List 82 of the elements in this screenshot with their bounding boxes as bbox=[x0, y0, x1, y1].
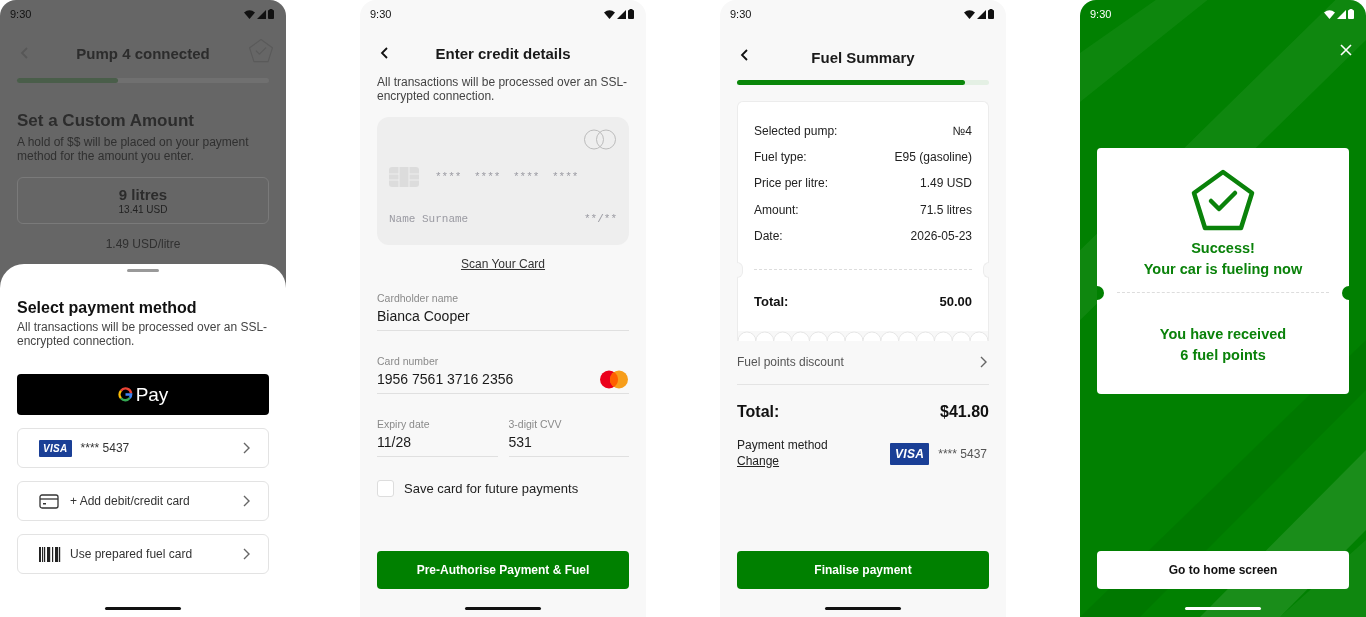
ring-logo-icon bbox=[117, 387, 133, 402]
receipt-label: Price per litre: bbox=[754, 175, 829, 193]
input-field[interactable]: 3-digit CVV 531 bbox=[508, 417, 629, 457]
signal-icon bbox=[617, 9, 626, 19]
receipt-label: Selected pump: bbox=[754, 123, 838, 140]
battery-icon bbox=[1348, 9, 1354, 19]
status-time: 9:30 bbox=[1090, 8, 1112, 20]
chevron-right-icon bbox=[242, 495, 250, 507]
receipt-value: 1.49 USD bbox=[919, 175, 972, 193]
screen-title: Fuel Summary bbox=[810, 48, 916, 66]
receipt-label: Amount: bbox=[754, 201, 799, 219]
wifi-icon bbox=[604, 9, 615, 19]
card-brand-icon bbox=[599, 369, 629, 389]
payment-option[interactable]: + Add debit/credit card bbox=[17, 481, 269, 521]
battery-icon bbox=[268, 9, 274, 19]
receipt-value: 71.5 litres bbox=[919, 201, 972, 219]
option-label: **** 5437 bbox=[80, 441, 131, 455]
card-number-mask: **** **** **** **** bbox=[435, 171, 579, 183]
back-icon[interactable] bbox=[379, 46, 391, 60]
receipt-total-label: Total: bbox=[754, 294, 789, 309]
receipt-label: Date: bbox=[754, 227, 783, 245]
total-value: $41.80 bbox=[940, 403, 989, 421]
finalise-payment-button[interactable]: Finalise payment bbox=[737, 551, 989, 589]
total-label: Total: bbox=[737, 403, 780, 421]
ticket-notch bbox=[1342, 286, 1349, 300]
sheet-handle[interactable] bbox=[127, 269, 159, 272]
scan-card-link[interactable]: Scan Your Card bbox=[460, 257, 546, 271]
card-brand-badge: VISA bbox=[890, 442, 930, 465]
screen-title: Enter credit details bbox=[434, 44, 572, 62]
option-label: + Add debit/credit card bbox=[70, 494, 191, 508]
wallet-pay-button[interactable]: Pay bbox=[17, 374, 269, 415]
ticket-notch bbox=[1097, 286, 1104, 300]
description-text: All transactions will be processed over an SSL-encrypted connection. bbox=[377, 76, 629, 103]
card-holder-text: Name Surname bbox=[389, 213, 469, 225]
card-expiry-text: **/** bbox=[584, 213, 617, 225]
payment-method-label: Payment method bbox=[737, 438, 828, 454]
card-brand-badge: VISA bbox=[39, 439, 72, 457]
receipt-total-value: 50.00 bbox=[939, 294, 972, 309]
payment-option[interactable]: VISA **** 5437 bbox=[17, 428, 269, 468]
input-field[interactable]: Cardholder name Bianca Cooper bbox=[377, 291, 629, 331]
points-message: 6 fuel points bbox=[1179, 346, 1267, 365]
payment-option[interactable]: Use prepared fuel card bbox=[17, 534, 269, 574]
chevron-right-icon bbox=[979, 356, 987, 368]
pre-authorise-button[interactable]: Pre-Authorise Payment & Fuel bbox=[377, 551, 629, 589]
input-field[interactable]: Card number 1956 7561 3716 2356 bbox=[377, 354, 629, 394]
success-message: Your car is fueling now bbox=[1142, 260, 1304, 279]
checkbox-label: Save card for future payments bbox=[404, 481, 579, 496]
status-time: 9:30 bbox=[730, 8, 752, 20]
status-time: 9:30 bbox=[10, 8, 32, 20]
signal-icon bbox=[1337, 9, 1346, 19]
points-message: You have received bbox=[1158, 325, 1288, 344]
wifi-icon bbox=[964, 9, 975, 19]
chevron-right-icon bbox=[242, 548, 250, 560]
battery-icon bbox=[628, 9, 634, 19]
home-screen-button[interactable]: Go to home screen bbox=[1097, 551, 1349, 589]
wifi-icon bbox=[244, 9, 255, 19]
checkbox[interactable] bbox=[377, 480, 394, 497]
input-field[interactable]: Expiry date 11/28 bbox=[377, 417, 498, 457]
description-text: All transactions will be processed over an SSL-encrypted connection. bbox=[17, 321, 269, 348]
card-number-text: **** 5437 bbox=[938, 446, 987, 461]
discount-row[interactable]: Fuel points discount bbox=[737, 355, 989, 385]
close-icon[interactable] bbox=[1340, 44, 1352, 56]
wifi-icon bbox=[1324, 9, 1335, 19]
back-icon[interactable] bbox=[739, 48, 751, 62]
screen-title: Pump 4 connected bbox=[75, 44, 211, 62]
receipt-value: №4 bbox=[952, 123, 972, 140]
barcode-icon bbox=[39, 546, 61, 562]
success-message: Success! bbox=[1190, 239, 1256, 258]
receipt-value: 2026-05-23 bbox=[910, 227, 972, 245]
change-link[interactable]: Change bbox=[737, 453, 780, 469]
status-time: 9:30 bbox=[370, 8, 392, 20]
chevron-right-icon bbox=[242, 442, 250, 454]
option-label: Use prepared fuel card bbox=[70, 547, 194, 561]
sheet-title: Select payment method bbox=[17, 299, 198, 317]
signal-icon bbox=[977, 9, 986, 19]
battery-icon bbox=[988, 9, 994, 19]
section-heading: Set a Custom Amount bbox=[17, 111, 195, 131]
receipt-value: E95 (gasoline) bbox=[894, 149, 972, 167]
card-logo-icon bbox=[583, 129, 617, 150]
signal-icon bbox=[257, 9, 266, 19]
card-icon bbox=[39, 493, 59, 509]
receipt-label: Fuel type: bbox=[754, 149, 807, 167]
